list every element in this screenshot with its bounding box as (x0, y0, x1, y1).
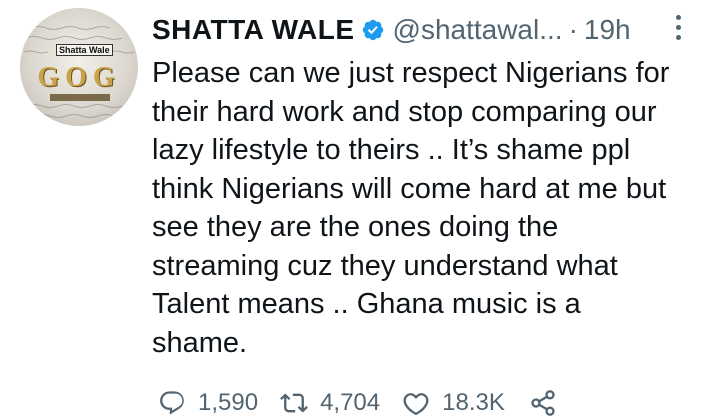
author-name[interactable]: SHATTA WALE (152, 14, 355, 46)
tweet-timestamp[interactable]: 19h (584, 14, 631, 46)
like-count: 18.3K (442, 389, 505, 416)
share-icon (531, 390, 555, 416)
share-button[interactable] (529, 389, 557, 417)
avatar-badge-text: Shatta Wale (56, 44, 113, 56)
tweet-text: Please can we just respect Nigerians for… (152, 57, 670, 359)
heart-icon (403, 393, 429, 416)
header-separator: · (568, 14, 578, 45)
reply-button[interactable]: 1,590 (158, 389, 258, 417)
verified-badge-icon (362, 19, 383, 41)
retweet-icon (280, 393, 308, 413)
avatar-logo: GOG (37, 62, 121, 93)
author-handle[interactable]: @shattawal... (393, 14, 563, 46)
reply-count: 1,590 (198, 389, 259, 416)
tweet-header: SHATTA WALE @shattawal... · 19h (152, 10, 631, 50)
more-vertical-icon[interactable] (672, 12, 684, 44)
retweet-count: 4,704 (320, 389, 381, 416)
reply-icon (160, 391, 184, 415)
tweet-actions: 1,590 4,704 18.3K (158, 386, 557, 420)
avatar-logo-underline (50, 94, 110, 101)
avatar[interactable]: Shatta Wale GOG (20, 8, 138, 126)
tweet[interactable]: Shatta Wale GOG SHATTA WALE @shattawal..… (0, 0, 720, 420)
retweet-button[interactable]: 4,704 (280, 389, 380, 417)
like-button[interactable]: 18.3K (402, 389, 505, 417)
